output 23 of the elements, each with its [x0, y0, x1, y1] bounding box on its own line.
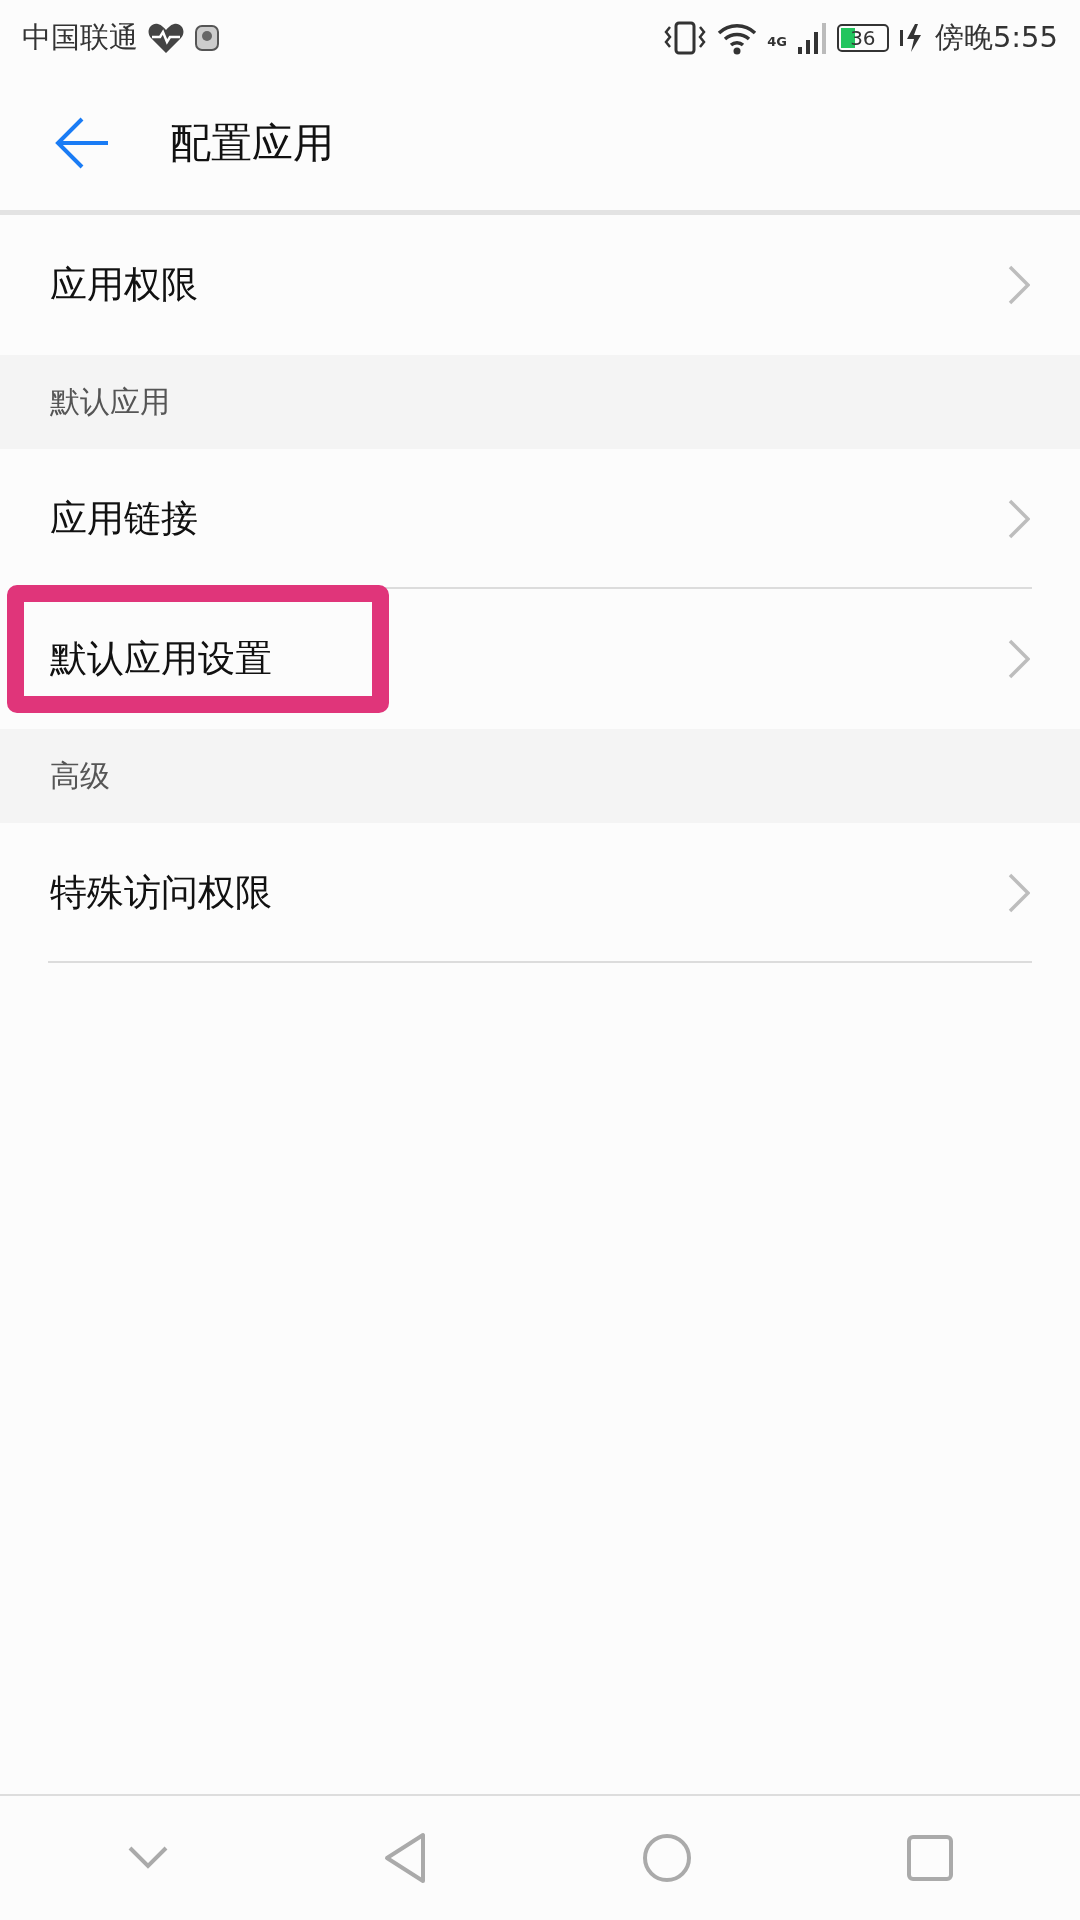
network-type: 4G: [767, 34, 787, 49]
chevron-right-icon: [1008, 873, 1030, 913]
chevron-right-icon: [1008, 639, 1030, 679]
settings-item[interactable]: 应用链接: [0, 449, 1080, 589]
recents-button[interactable]: [906, 1835, 953, 1881]
app-notification-icon: [194, 24, 220, 52]
clock-time: 傍晚5:55: [934, 19, 1058, 56]
wifi-icon: [717, 21, 758, 55]
home-button[interactable]: [641, 1833, 692, 1883]
chevron-right-icon: [1008, 499, 1030, 539]
settings-item[interactable]: 默认应用设置: [0, 589, 1080, 729]
section-header: 默认应用: [0, 355, 1080, 449]
signal-icon: [796, 21, 827, 55]
heart-pulse-icon: [148, 22, 184, 54]
carrier-name: 中国联通: [22, 19, 138, 56]
vibrate-icon: [663, 21, 708, 55]
settings-item[interactable]: 应用权限: [0, 215, 1080, 355]
page-title: 配置应用: [170, 117, 334, 169]
collapse-button[interactable]: [127, 1846, 168, 1870]
settings-item[interactable]: 特殊访问权限: [0, 823, 1080, 963]
section-header: 高级: [0, 729, 1080, 823]
chevron-right-icon: [1008, 265, 1030, 305]
back-nav-button[interactable]: [382, 1832, 427, 1884]
